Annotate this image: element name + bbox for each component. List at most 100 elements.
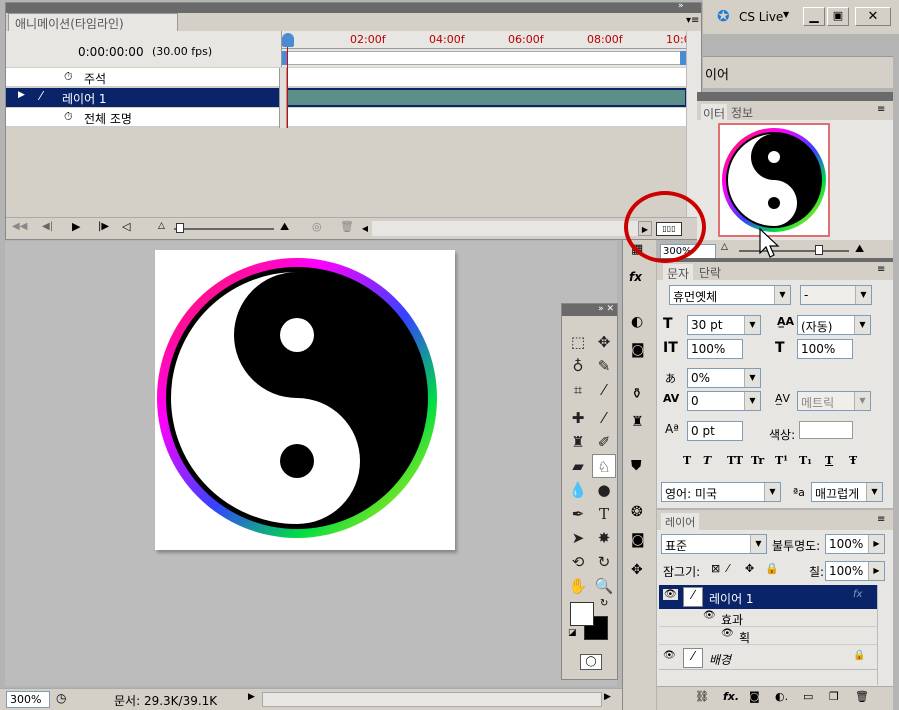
healing-brush-icon[interactable]: ✚ xyxy=(566,406,590,430)
timecode[interactable]: 0:00:00:00 xyxy=(78,45,144,59)
first-frame-icon[interactable]: ◀◀ xyxy=(12,221,27,232)
add-mask-icon[interactable]: ◙ xyxy=(749,690,760,703)
status-menu-arrow-icon[interactable]: ▶ xyxy=(248,692,255,702)
subscript-button[interactable]: T₁ xyxy=(799,454,812,467)
tab-paragraph[interactable]: 단락 xyxy=(699,264,721,281)
playhead-marker[interactable] xyxy=(282,33,294,47)
panel-menu-icon[interactable]: ≡ xyxy=(877,264,885,275)
tab-info[interactable]: 정보 xyxy=(731,104,753,121)
3d-panel-icon[interactable]: ❂ xyxy=(631,504,643,520)
3d-rotate-icon[interactable]: ⟲ xyxy=(566,550,590,574)
layer-effect-stroke-row[interactable]: 👁 획 xyxy=(659,627,877,645)
language-select[interactable]: 영어: 미국 ▼ xyxy=(661,482,781,502)
add-style-icon[interactable]: fx. xyxy=(723,690,739,703)
shape-tool-icon[interactable]: ✸ xyxy=(592,526,616,550)
kerning-field[interactable]: 메트릭 ▼ xyxy=(797,391,871,411)
hscroll-track[interactable] xyxy=(372,221,638,236)
styles-fx-icon[interactable]: fx xyxy=(629,270,642,284)
cs-live-dropdown-icon[interactable]: ▼ xyxy=(783,10,789,19)
clone-source-icon[interactable]: ♜ xyxy=(631,414,644,430)
dodge-tool-icon[interactable]: ● xyxy=(592,478,616,502)
underline-button[interactable]: T xyxy=(825,454,833,467)
quick-select-icon[interactable]: ✎ xyxy=(592,354,616,378)
font-size-field[interactable]: 30 pt ▼ xyxy=(687,315,761,335)
opacity-field[interactable]: 100% ▶ xyxy=(825,534,885,554)
panel-collapse-icon[interactable]: » xyxy=(678,1,684,11)
panel-collapse-bar[interactable] xyxy=(6,3,701,13)
layer-duration-bar[interactable] xyxy=(287,90,685,105)
nav-zoom-out-icon[interactable]: △ xyxy=(721,242,728,252)
timeline-row[interactable]: ⏱ 전체 조명 xyxy=(6,108,686,127)
text-color-swatch[interactable] xyxy=(799,421,853,439)
panel-menu-icon[interactable]: ▾≡ xyxy=(686,15,699,26)
foreground-color-swatch[interactable] xyxy=(570,602,594,626)
column-divider[interactable] xyxy=(279,68,287,128)
onion-skin-icon[interactable]: ◎ xyxy=(312,220,322,233)
prev-frame-icon[interactable]: ◀| xyxy=(42,221,53,232)
adjustment-layer-icon[interactable]: ◐. xyxy=(775,690,788,703)
document-canvas[interactable] xyxy=(155,250,455,550)
stopwatch-icon[interactable]: ⏱ xyxy=(64,70,73,84)
3d-orbit-icon[interactable]: ↻ xyxy=(592,550,616,574)
adjustments-icon[interactable]: ◐ xyxy=(631,314,643,330)
crop-tool-icon[interactable]: ⌗ xyxy=(566,378,590,402)
superscript-button[interactable]: T¹ xyxy=(775,454,788,467)
panel-menu-icon[interactable]: ≡ xyxy=(877,514,885,525)
eraser-tool-icon[interactable]: ▰ xyxy=(566,454,590,478)
next-frame-icon[interactable]: |▶ xyxy=(98,221,109,232)
navigator-zoom-slider[interactable] xyxy=(739,245,849,255)
work-area-bar[interactable] xyxy=(282,51,686,65)
lock-position-icon[interactable]: ✥ xyxy=(745,562,754,575)
marquee-tool-icon[interactable]: ⬚ xyxy=(566,330,590,354)
leading-field[interactable]: (자동) ▼ xyxy=(797,315,871,335)
status-info-icon[interactable]: ◷ xyxy=(56,691,66,705)
eye-icon[interactable]: 👁 xyxy=(721,628,734,639)
stopwatch-icon[interactable]: ⏱ xyxy=(64,110,73,124)
tab-layers[interactable]: 레이어 xyxy=(661,513,700,531)
blur-tool-icon[interactable]: 💧 xyxy=(566,478,590,502)
tracking-field[interactable]: 0 ▼ xyxy=(687,391,761,411)
layer-row-selected[interactable]: 👁 ⁄ 레이어 1 fx xyxy=(659,585,877,609)
nav-zoom-in-icon[interactable]: ⛰ xyxy=(855,242,864,256)
time-ruler[interactable]: 02:00f 04:00f 06:00f 08:00f 10:0 xyxy=(281,31,691,67)
layers-vscroll[interactable] xyxy=(877,585,891,685)
layer-name[interactable]: 배경 xyxy=(709,651,731,668)
minimize-button[interactable]: ▁ xyxy=(803,7,825,26)
hand-tool-icon[interactable]: ✋ xyxy=(566,574,590,598)
maximize-button[interactable]: ▣ xyxy=(827,7,849,26)
expand-arrow-icon[interactable]: ▶ xyxy=(18,90,25,100)
default-colors-icon[interactable]: ◪ xyxy=(568,628,577,638)
zoom-tool-icon[interactable]: 🔍 xyxy=(592,574,616,598)
lock-transparent-icon[interactable]: ⊠ xyxy=(711,562,720,575)
layer-effects-row[interactable]: 👁 효과 xyxy=(659,609,877,627)
trash-icon[interactable]: 🗑 xyxy=(340,220,354,233)
panel-collapse-bar[interactable] xyxy=(697,92,893,101)
delete-layer-icon[interactable]: 🗑 xyxy=(855,690,869,703)
play-icon[interactable]: ▶ xyxy=(72,220,80,233)
strikethrough-button[interactable]: Ŧ xyxy=(849,454,857,467)
clone-stamp-icon[interactable]: ♜ xyxy=(566,430,590,454)
channels-icon[interactable]: ◙ xyxy=(631,532,645,548)
baseline-shift-field[interactable]: 0 pt xyxy=(687,421,743,441)
faux-italic-button[interactable]: T xyxy=(703,454,711,467)
pen-tool-icon[interactable]: ✒ xyxy=(566,502,590,526)
small-caps-button[interactable]: Tr xyxy=(751,454,764,467)
new-layer-icon[interactable]: ❐ xyxy=(829,690,839,703)
scroll-right-icon[interactable]: ▶ xyxy=(604,692,611,702)
tsume-field[interactable]: 0% ▼ xyxy=(687,368,761,388)
zoom-slider[interactable] xyxy=(174,223,274,233)
panel-collapse-bar[interactable]: » ✕ xyxy=(562,304,617,316)
lock-all-icon[interactable]: 🔒 xyxy=(765,562,779,575)
cs-live-label[interactable]: CS Live xyxy=(739,10,783,24)
eyedropper-icon[interactable]: ⁄ xyxy=(592,378,616,402)
path-select-icon[interactable]: ➤ xyxy=(566,526,590,550)
horizontal-scale-field[interactable]: 100% xyxy=(797,339,853,359)
font-style-select[interactable]: - ▼ xyxy=(800,285,872,305)
tab-timeline[interactable]: 애니메이션(타임라인) xyxy=(8,13,178,31)
brush-presets-icon[interactable]: ⚱ xyxy=(631,386,643,402)
cs-live-icon[interactable]: ✪ xyxy=(717,7,730,25)
type-tool-icon[interactable]: T xyxy=(592,502,616,526)
font-family-select[interactable]: 휴먼옛체 ▼ xyxy=(669,285,791,305)
quick-mask-button[interactable]: ◯ xyxy=(580,654,602,670)
move-tool-icon[interactable]: ✥ xyxy=(592,330,616,354)
